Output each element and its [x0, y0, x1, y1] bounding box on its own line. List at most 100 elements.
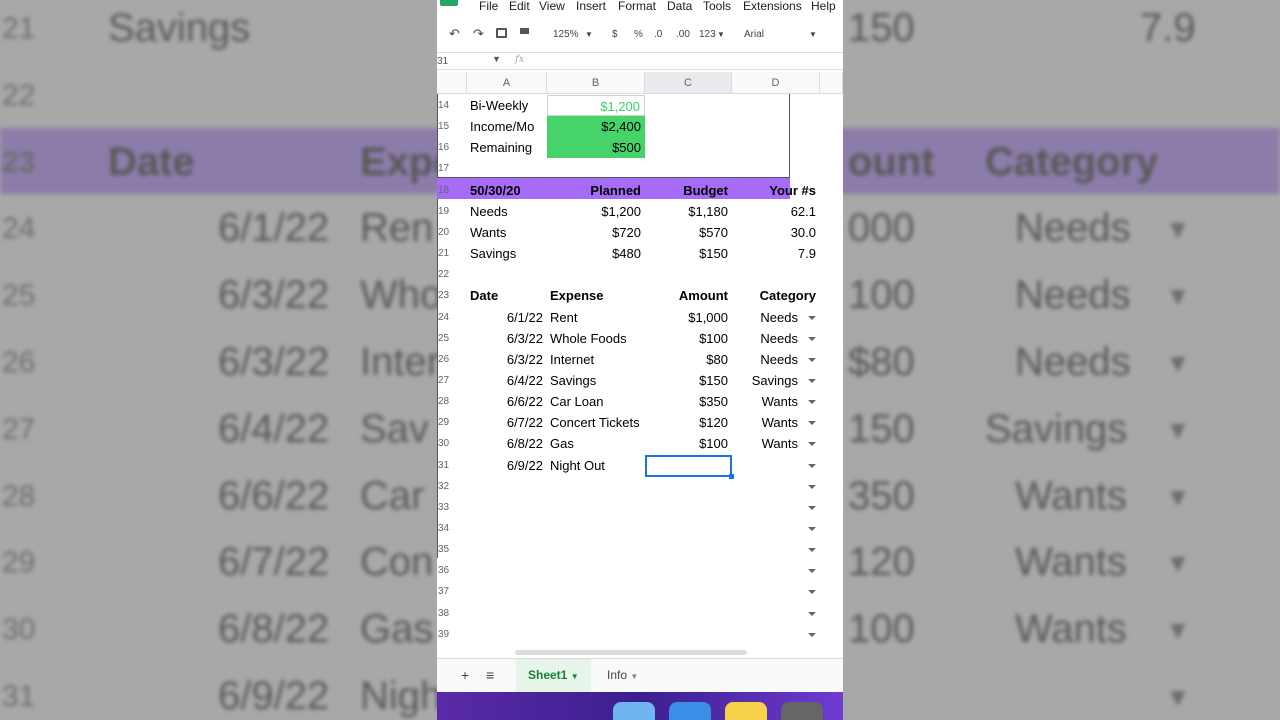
- expense-amount[interactable]: $1,000: [645, 307, 732, 328]
- menu-data[interactable]: Data: [667, 0, 692, 13]
- income-label[interactable]: Bi-Weekly: [467, 95, 547, 116]
- row-number[interactable]: 38: [437, 603, 467, 624]
- tab-info[interactable]: Info ▼: [607, 659, 638, 692]
- budget-percent[interactable]: 62.1: [732, 201, 820, 222]
- category-dropdown-chevron-down-icon[interactable]: [808, 357, 816, 362]
- expense-category[interactable]: Wants: [732, 391, 820, 412]
- expense-amount[interactable]: $120: [645, 412, 732, 433]
- expense-date[interactable]: 6/1/22: [467, 307, 547, 328]
- expense-category[interactable]: Needs: [732, 328, 820, 349]
- corner-header[interactable]: [437, 72, 467, 94]
- fill-handle[interactable]: [729, 473, 734, 479]
- expense-category[interactable]: Wants: [732, 412, 820, 433]
- income-value[interactable]: $500: [547, 137, 645, 159]
- expense-date[interactable]: 6/4/22: [467, 370, 547, 391]
- budget-header-cell[interactable]: Planned: [547, 180, 645, 201]
- row-number[interactable]: 21: [437, 243, 467, 264]
- tab-sheet1[interactable]: Sheet1 ▼: [516, 659, 591, 692]
- expense-name[interactable]: Savings: [547, 370, 645, 391]
- menu-view[interactable]: View: [539, 0, 565, 13]
- column-header-c[interactable]: C: [645, 72, 732, 94]
- currency-button[interactable]: $: [612, 29, 618, 40]
- all-sheets-icon[interactable]: ≡: [486, 659, 494, 692]
- expense-name[interactable]: Internet: [547, 349, 645, 370]
- row-number[interactable]: 35: [437, 539, 467, 560]
- name-box[interactable]: 31: [437, 56, 448, 67]
- expense-amount[interactable]: $80: [645, 349, 732, 370]
- category-dropdown-chevron-down-icon[interactable]: [808, 336, 816, 341]
- expense-name[interactable]: Rent: [547, 307, 645, 328]
- print-icon[interactable]: [496, 28, 507, 38]
- budget-actual[interactable]: $150: [645, 243, 732, 264]
- expense-category[interactable]: Savings: [732, 370, 820, 391]
- expense-date[interactable]: 6/7/22: [467, 412, 547, 433]
- safari-icon[interactable]: [669, 702, 711, 720]
- budget-header-cell[interactable]: 50/30/20: [467, 180, 547, 201]
- expense-category[interactable]: Needs: [732, 307, 820, 328]
- row-number[interactable]: 37: [437, 581, 467, 602]
- row-number[interactable]: 22: [437, 264, 467, 285]
- menu-format[interactable]: Format: [618, 0, 656, 13]
- budget-actual[interactable]: $1,180: [645, 201, 732, 222]
- column-header-a[interactable]: A: [467, 72, 547, 94]
- category-dropdown-chevron-down-icon[interactable]: [808, 590, 816, 595]
- row-number[interactable]: 30: [437, 433, 467, 454]
- expense-header-cell[interactable]: Expense: [547, 285, 645, 306]
- expense-date[interactable]: 6/9/22: [467, 455, 547, 476]
- expense-date[interactable]: 6/3/22: [467, 349, 547, 370]
- expense-header-cell[interactable]: Date: [467, 285, 547, 306]
- expense-amount[interactable]: $100: [645, 433, 732, 454]
- horizontal-scrollbar[interactable]: [515, 650, 747, 655]
- expense-category[interactable]: Needs: [732, 349, 820, 370]
- row-number[interactable]: 23: [437, 285, 467, 306]
- row-number[interactable]: 24: [437, 307, 467, 328]
- row-number[interactable]: 18: [437, 180, 467, 201]
- expense-date[interactable]: 6/8/22: [467, 433, 547, 454]
- row-number[interactable]: 29: [437, 412, 467, 433]
- budget-actual[interactable]: $570: [645, 222, 732, 243]
- budget-label[interactable]: Wants: [467, 222, 547, 243]
- menu-file[interactable]: File: [479, 0, 498, 13]
- row-number[interactable]: 26: [437, 349, 467, 370]
- increase-decimal-button[interactable]: .00: [676, 29, 690, 40]
- row-number[interactable]: 19: [437, 201, 467, 222]
- font-select[interactable]: Arial: [744, 29, 764, 40]
- row-number[interactable]: 17: [437, 158, 467, 179]
- category-dropdown-chevron-down-icon[interactable]: [808, 315, 816, 320]
- row-number[interactable]: 25: [437, 328, 467, 349]
- expense-amount[interactable]: $100: [645, 328, 732, 349]
- decrease-decimal-button[interactable]: .0: [654, 29, 662, 40]
- category-dropdown-chevron-down-icon[interactable]: [808, 400, 816, 405]
- category-dropdown-chevron-down-icon[interactable]: [808, 611, 816, 616]
- expense-amount[interactable]: $350: [645, 391, 732, 412]
- row-number[interactable]: 16: [437, 137, 467, 158]
- menu-edit[interactable]: Edit: [509, 0, 530, 13]
- category-dropdown-chevron-down-icon[interactable]: [808, 632, 816, 637]
- expense-category[interactable]: Wants: [732, 433, 820, 454]
- row-number[interactable]: 28: [437, 391, 467, 412]
- spreadsheet-grid[interactable]: A B C D 14 Bi-Weekly $1,200 15 Income/Mo $2,4…: [437, 72, 843, 652]
- menu-extensions[interactable]: Extensions: [743, 0, 802, 13]
- redo-icon[interactable]: ↷: [473, 26, 484, 42]
- percent-button[interactable]: %: [634, 29, 643, 40]
- row-number[interactable]: 27: [437, 370, 467, 391]
- name-box-chevron-down-icon[interactable]: ▼: [492, 54, 501, 64]
- category-dropdown-chevron-down-icon[interactable]: [808, 442, 816, 447]
- expense-category[interactable]: [732, 455, 820, 476]
- category-dropdown-chevron-down-icon[interactable]: [808, 421, 816, 426]
- budget-percent[interactable]: 7.9: [732, 243, 820, 264]
- menu-tools[interactable]: Tools: [703, 0, 731, 13]
- category-dropdown-chevron-down-icon[interactable]: [808, 548, 816, 553]
- income-label[interactable]: Remaining: [467, 137, 547, 158]
- budget-planned[interactable]: $1,200: [547, 201, 645, 222]
- income-value[interactable]: $2,400: [547, 116, 645, 138]
- category-dropdown-chevron-down-icon[interactable]: [808, 569, 816, 574]
- category-dropdown-chevron-down-icon[interactable]: [808, 527, 816, 531]
- menu-insert[interactable]: Insert: [576, 0, 606, 13]
- expense-name[interactable]: Whole Foods: [547, 328, 645, 349]
- row-number[interactable]: 34: [437, 518, 467, 539]
- expense-name[interactable]: Night Out: [547, 455, 645, 476]
- column-header-d[interactable]: D: [732, 72, 820, 94]
- expense-header-cell[interactable]: Amount: [645, 285, 732, 306]
- budget-header-cell[interactable]: Budget: [645, 180, 732, 201]
